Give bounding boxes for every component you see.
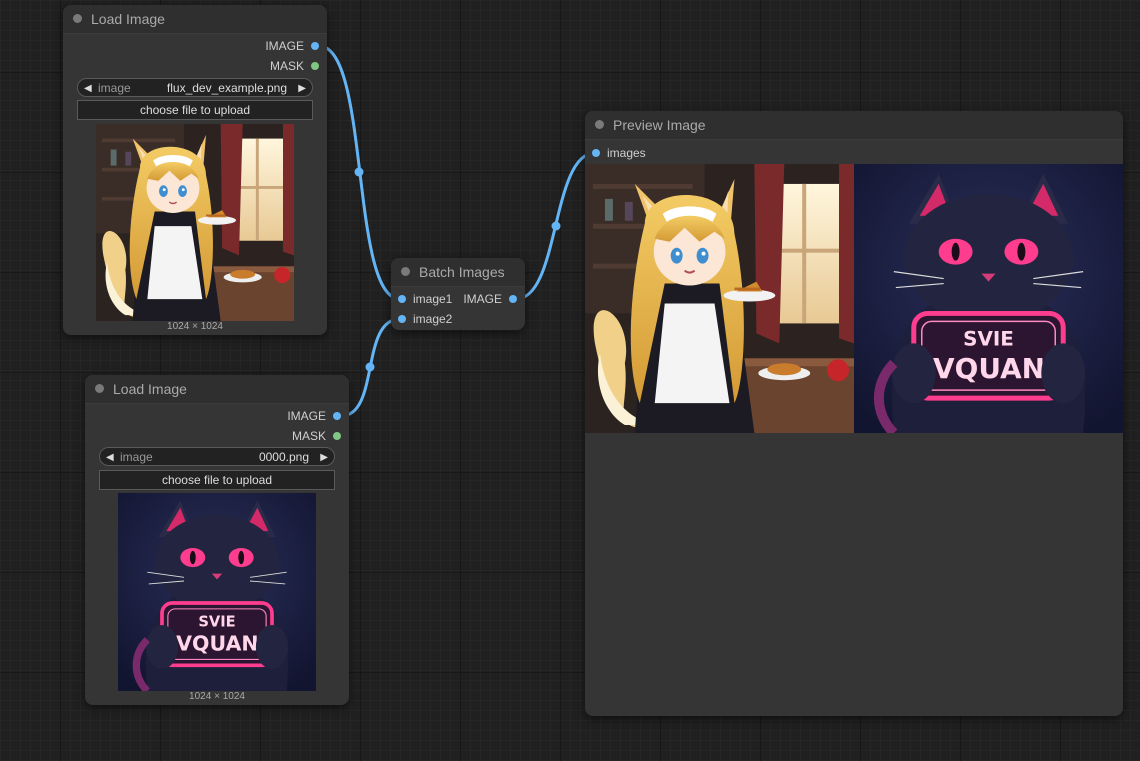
output-dot-image[interactable]: [509, 294, 517, 303]
arrow-right-icon[interactable]: ▶: [298, 79, 306, 98]
upload-button[interactable]: choose file to upload: [99, 470, 335, 490]
combo-label: image: [98, 81, 131, 95]
cat-illustration: SVIE SVQUANT: [854, 164, 1123, 433]
link-load2-to-batch-image2[interactable]: [340, 317, 401, 418]
output-slot-mask[interactable]: MASK: [270, 56, 319, 76]
upload-button[interactable]: choose file to upload: [77, 100, 313, 120]
sign-text-line2: SVQUANT: [913, 352, 1064, 385]
batch-images-node[interactable]: Batch Images image1 image2 IMAGE: [391, 258, 525, 330]
input-slot-image1[interactable]: image1: [398, 289, 452, 309]
slot-label: image1: [413, 292, 453, 306]
slot-label: image2: [413, 312, 453, 326]
output-slot-mask[interactable]: MASK: [292, 426, 341, 446]
output-slot-image[interactable]: IMAGE: [463, 289, 517, 309]
image-combo-widget[interactable]: ◀ image 0000.png ▶: [99, 447, 335, 466]
sign-text-line1: SVIE: [963, 327, 1014, 350]
output-dot-mask[interactable]: [311, 61, 319, 70]
arrow-left-icon[interactable]: ◀: [106, 448, 114, 467]
combo-label: image: [120, 450, 153, 464]
output-dot-mask[interactable]: [333, 431, 341, 440]
node-title: Load Image: [91, 11, 165, 27]
image-preview-cat: SVIE SVQUANT: [118, 493, 316, 691]
slot-label: IMAGE: [463, 292, 502, 306]
image-preview-maid: [96, 124, 294, 321]
node-collapse-dot[interactable]: [595, 120, 604, 129]
input-slot-image2[interactable]: image2: [398, 309, 452, 329]
node-title-bar[interactable]: Preview Image: [585, 111, 1123, 140]
slot-label: IMAGE: [265, 39, 304, 53]
combo-value: 0000.png: [258, 450, 309, 464]
output-dot-image[interactable]: [311, 41, 319, 50]
image-size-label: 1024 × 1024: [167, 321, 223, 332]
node-title: Batch Images: [419, 264, 505, 280]
node-title: Preview Image: [613, 117, 706, 133]
input-slot-images[interactable]: images: [592, 143, 646, 163]
input-dot-image1[interactable]: [398, 294, 406, 303]
link-midpoint-1[interactable]: [354, 167, 364, 177]
load-image-node-2[interactable]: Load Image IMAGE MASK ◀ image 0000.png ▶…: [85, 375, 349, 705]
link-midpoint-3[interactable]: [551, 221, 561, 231]
node-title: Load Image: [113, 381, 187, 397]
image-size-label: 1024 × 1024: [189, 691, 245, 702]
arrow-right-icon[interactable]: ▶: [320, 448, 328, 467]
arrow-left-icon[interactable]: ◀: [84, 79, 92, 98]
sign-text-line2: SVQUANT: [161, 632, 272, 656]
node-title-bar[interactable]: Batch Images: [391, 258, 525, 287]
preview-image-maid: [585, 164, 854, 433]
node-collapse-dot[interactable]: [73, 14, 82, 23]
input-dot-image2[interactable]: [398, 314, 406, 323]
slot-label: images: [607, 146, 646, 160]
output-slot-image[interactable]: IMAGE: [265, 36, 319, 56]
slot-label: IMAGE: [287, 409, 326, 423]
image-combo-widget[interactable]: ◀ image flux_dev_example.png ▶: [77, 78, 313, 97]
graph-canvas[interactable]: Load Image IMAGE MASK ◀ image flux_dev_e…: [0, 0, 1140, 761]
maid-illustration: [96, 124, 294, 321]
node-title-bar[interactable]: Load Image: [85, 375, 349, 404]
preview-image-node[interactable]: Preview Image images SVIE SVQUANT: [585, 111, 1123, 716]
output-dot-image[interactable]: [333, 411, 341, 420]
sign-text-line1: SVIE: [198, 613, 235, 630]
node-collapse-dot[interactable]: [95, 384, 104, 393]
output-slot-image[interactable]: IMAGE: [287, 406, 341, 426]
node-title-bar[interactable]: Load Image: [63, 5, 327, 34]
slot-label: MASK: [291, 429, 326, 443]
link-midpoint-2[interactable]: [365, 362, 375, 372]
slot-label: MASK: [269, 59, 304, 73]
maid-illustration: [585, 164, 854, 433]
preview-image-cat: SVIE SVQUANT: [854, 164, 1123, 433]
cat-illustration: SVIE SVQUANT: [118, 493, 316, 691]
load-image-node-1[interactable]: Load Image IMAGE MASK ◀ image flux_dev_e…: [63, 5, 327, 335]
node-collapse-dot[interactable]: [401, 267, 410, 276]
link-load1-to-batch-image1[interactable]: [318, 44, 401, 301]
input-dot-images[interactable]: [592, 148, 600, 157]
combo-value: flux_dev_example.png: [166, 81, 287, 95]
link-batch-to-preview[interactable]: [515, 151, 596, 301]
